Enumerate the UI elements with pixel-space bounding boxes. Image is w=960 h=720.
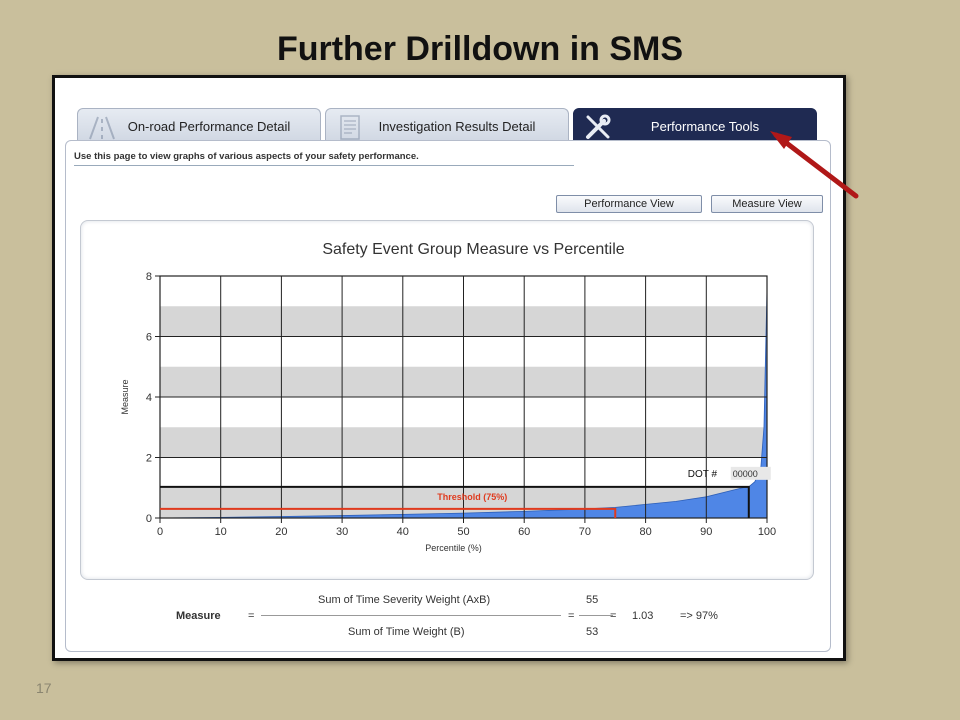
page-number: 17 xyxy=(36,680,52,696)
annotation-arrow xyxy=(770,131,859,199)
